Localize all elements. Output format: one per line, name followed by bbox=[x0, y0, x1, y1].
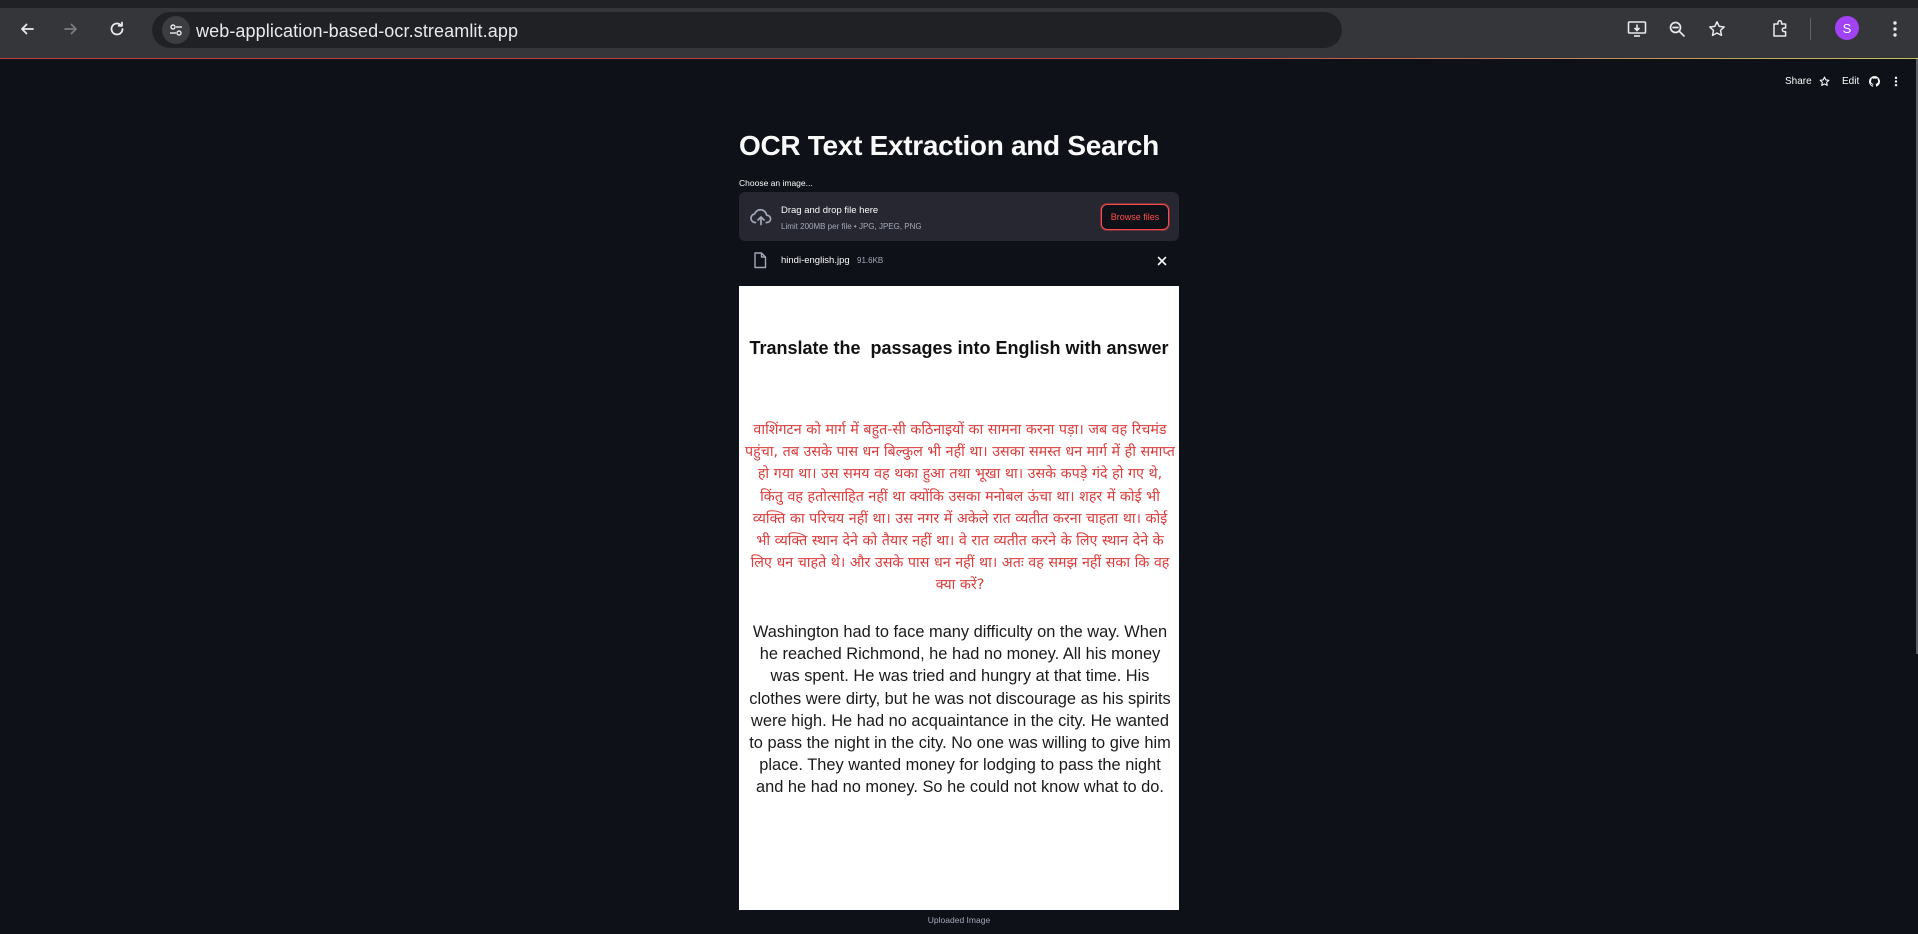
reload-icon bbox=[110, 21, 124, 36]
page-title: OCR Text Extraction and Search bbox=[739, 130, 1159, 161]
app-menu-button[interactable] bbox=[1888, 73, 1904, 89]
browse-files-button[interactable]: Browse files bbox=[1101, 204, 1169, 230]
image-english-passage: Washington had to face many difficulty o… bbox=[749, 623, 1171, 797]
file-name: hindi-english.jpg bbox=[781, 255, 850, 266]
remove-file-button[interactable] bbox=[1154, 253, 1170, 269]
profile-avatar[interactable]: S bbox=[1835, 16, 1859, 40]
toolbar-divider bbox=[1810, 18, 1811, 40]
file-dropzone[interactable]: Drag and drop file here Limit 200MB per … bbox=[739, 192, 1179, 241]
file-size: 91.6KB bbox=[857, 256, 884, 265]
site-info-button[interactable] bbox=[162, 16, 190, 44]
arrow-left-icon bbox=[21, 23, 34, 35]
url-text[interactable]: web-application-based-ocr.streamlit.app bbox=[196, 21, 518, 42]
browser-menu-button[interactable] bbox=[1880, 14, 1910, 44]
cloud-upload-icon bbox=[750, 208, 772, 226]
tab-strip bbox=[0, 0, 1918, 8]
image-heading-text: Translate the passages into English with… bbox=[749, 338, 1169, 358]
reload-button[interactable] bbox=[102, 14, 132, 44]
more-vertical-icon bbox=[1894, 76, 1898, 86]
github-icon bbox=[1868, 75, 1880, 87]
star-icon bbox=[1709, 21, 1725, 37]
arrow-right-icon bbox=[64, 23, 77, 35]
puzzle-icon bbox=[1773, 19, 1787, 37]
uploaded-image: Translate the passages into English with… bbox=[739, 286, 1179, 910]
dropzone-limit: Limit 200MB per file • JPG, JPEG, PNG bbox=[781, 222, 922, 231]
image-hindi-passage: वाशिंगटन को मार्ग में बहुत-सी कठिनाइयों … bbox=[745, 422, 1175, 594]
file-icon bbox=[754, 252, 767, 269]
zoom-button[interactable] bbox=[1662, 14, 1692, 44]
image-caption: Uploaded Image bbox=[927, 915, 991, 925]
more-vertical-icon bbox=[1893, 21, 1897, 37]
bookmark-button[interactable] bbox=[1702, 14, 1732, 44]
app-header bbox=[0, 59, 1918, 105]
address-bar[interactable]: web-application-based-ocr.streamlit.app bbox=[152, 12, 1342, 48]
uploader-label: Choose an image... bbox=[739, 178, 813, 188]
edit-button[interactable]: Edit bbox=[1842, 76, 1859, 87]
share-button[interactable]: Share bbox=[1785, 76, 1812, 87]
forward-button[interactable] bbox=[56, 14, 86, 44]
browser-toolbar: web-application-based-ocr.streamlit.app … bbox=[0, 0, 1918, 58]
tune-icon bbox=[170, 24, 182, 36]
close-icon bbox=[1157, 256, 1167, 266]
install-app-button[interactable] bbox=[1622, 14, 1652, 44]
favorite-button[interactable] bbox=[1816, 73, 1832, 89]
star-outline-icon bbox=[1819, 76, 1829, 86]
back-button[interactable] bbox=[12, 14, 42, 44]
zoom-out-icon bbox=[1669, 21, 1685, 37]
install-icon bbox=[1627, 21, 1647, 37]
extensions-button[interactable] bbox=[1766, 14, 1796, 44]
github-button[interactable] bbox=[1866, 73, 1882, 89]
dropzone-instructions: Drag and drop file here bbox=[781, 205, 879, 216]
uploaded-file-item: hindi-english.jpg 91.6KB bbox=[739, 248, 1179, 274]
